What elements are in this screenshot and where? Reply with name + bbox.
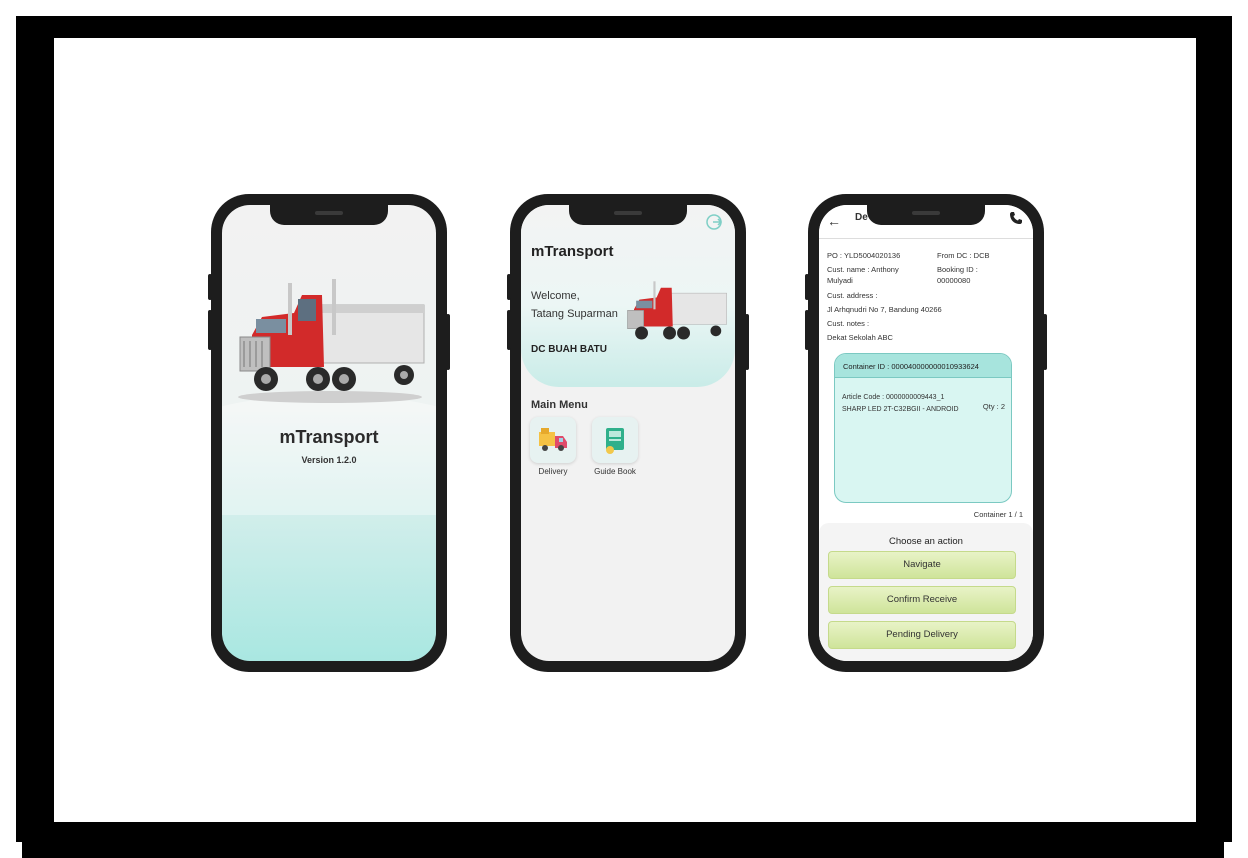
booking-id: 00000080 xyxy=(937,276,971,285)
welcome-text: Welcome, Tatang Suparman xyxy=(531,287,618,323)
menu-label: Delivery xyxy=(538,467,568,476)
customer-address: Jl Arhqnudri No 7, Bandung 40266 xyxy=(827,305,942,314)
frame-top xyxy=(30,16,1218,38)
phone-detail: ← De PO : YLD5004020136 From DC : DCB Cu… xyxy=(805,194,1047,672)
power-button xyxy=(745,314,749,370)
notch xyxy=(569,205,687,225)
article-info: Article Code : 0000000009443_1 SHARP LED… xyxy=(842,392,959,416)
navigate-button[interactable]: Navigate xyxy=(828,551,1016,579)
menu-label: Guide Book xyxy=(594,467,636,476)
home-screen: mTransport Welcome, Tatang Suparman DC B… xyxy=(521,205,735,661)
volume-button xyxy=(805,310,809,350)
guide-book-tile[interactable] xyxy=(592,417,638,463)
notch xyxy=(867,205,985,225)
volume-button xyxy=(507,274,511,300)
truck-image xyxy=(627,281,727,340)
volume-button xyxy=(208,274,212,300)
article-code: Article Code : 0000000009443_1 xyxy=(842,394,945,401)
customer-notes-label: Cust. notes : xyxy=(827,319,870,328)
confirm-receive-button[interactable]: Confirm Receive xyxy=(828,586,1016,614)
app-version: Version 1.2.0 xyxy=(301,455,357,465)
article-qty: Qty : 2 xyxy=(982,402,1005,411)
main-menu-title: Main Menu xyxy=(531,399,588,411)
action-title: Choose an action xyxy=(889,536,963,547)
page-title: De xyxy=(855,212,868,223)
volume-button xyxy=(805,274,809,300)
user-name: Tatang Suparman xyxy=(531,308,618,320)
guide-book-icon xyxy=(606,428,624,454)
app-title: mTransport xyxy=(531,243,614,260)
delivery-tile[interactable] xyxy=(530,417,576,463)
truck-image xyxy=(238,279,425,403)
welcome-line: Welcome, xyxy=(531,290,580,302)
phone-splash: mTransport Version 1.2.0 xyxy=(208,194,450,672)
power-button xyxy=(446,314,450,370)
dc-name: DC BUAH BATU xyxy=(531,344,607,355)
frame-left xyxy=(16,16,54,842)
container-id: Container ID : 000040000000010933624 xyxy=(835,354,1011,378)
from-dc: From DC : DCB xyxy=(937,251,990,260)
splash-screen: mTransport Version 1.2.0 xyxy=(222,205,436,661)
container-card[interactable]: Container ID : 000040000000010933624 Art… xyxy=(834,353,1012,503)
customer-notes: Dekat Sekolah ABC xyxy=(827,333,893,342)
article-name: SHARP LED 2T-C32BGII - ANDROID xyxy=(842,406,959,413)
frame-bottom xyxy=(22,822,1224,858)
menu-item-guide-book[interactable]: Guide Book xyxy=(590,417,640,476)
phone-call-icon[interactable] xyxy=(1009,211,1023,225)
menu-item-delivery[interactable]: Delivery xyxy=(528,417,578,476)
customer-name-cont: Mulyadi xyxy=(827,276,853,285)
notch xyxy=(270,205,388,225)
container-count: Container 1 / 1 xyxy=(973,510,1023,519)
detail-screen: ← De PO : YLD5004020136 From DC : DCB Cu… xyxy=(819,205,1033,661)
po-number: PO : YLD5004020136 xyxy=(827,251,901,260)
frame-right xyxy=(1196,16,1232,842)
logout-icon[interactable] xyxy=(705,213,723,231)
volume-button xyxy=(208,310,212,350)
customer-address-label: Cust. address : xyxy=(827,291,878,300)
back-arrow-icon[interactable]: ← xyxy=(827,213,841,229)
pending-delivery-button[interactable]: Pending Delivery xyxy=(828,621,1016,649)
power-button xyxy=(1043,314,1047,370)
delivery-truck-icon xyxy=(539,428,567,451)
app-title: mTransport xyxy=(279,427,379,447)
volume-button xyxy=(507,310,511,350)
phone-home: mTransport Welcome, Tatang Suparman DC B… xyxy=(507,194,749,672)
